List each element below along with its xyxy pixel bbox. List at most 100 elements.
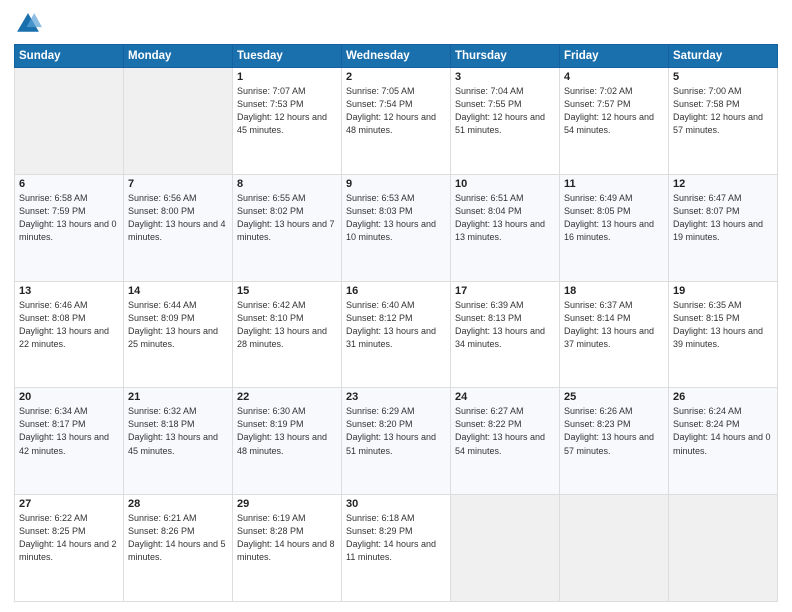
day-number: 30	[346, 498, 446, 510]
day-info: Sunrise: 6:44 AM Sunset: 8:09 PM Dayligh…	[128, 299, 228, 351]
calendar-cell: 28 Sunrise: 6:21 AM Sunset: 8:26 PM Dayli…	[124, 495, 233, 602]
day-number: 9	[346, 178, 446, 190]
calendar-cell: 22Sunrise: 6:30 AM Sunset: 8:19 PM Dayli…	[233, 388, 342, 495]
day-number: 19	[673, 285, 773, 297]
day-number: 4	[564, 71, 664, 83]
week-row-5: 27 Sunrise: 6:22 AM Sunset: 8:25 PM Dayli…	[15, 495, 778, 602]
day-info: Sunrise: 7:02 AM Sunset: 7:57 PM Dayligh…	[564, 85, 664, 137]
calendar-cell: 3Sunrise: 7:04 AM Sunset: 7:55 PM Daylig…	[451, 68, 560, 175]
day-info: Sunrise: 6:27 AM Sunset: 8:22 PM Dayligh…	[455, 405, 555, 457]
day-info: Sunrise: 6:21 AM Sunset: 8:26 PM Dayligh…	[128, 512, 228, 564]
calendar-cell	[15, 68, 124, 175]
day-number: 5	[673, 71, 773, 83]
weekday-header-friday: Friday	[560, 45, 669, 68]
day-number: 12	[673, 178, 773, 190]
week-row-2: 6Sunrise: 6:58 AM Sunset: 7:59 PM Daylig…	[15, 174, 778, 281]
day-number: 7	[128, 178, 228, 190]
day-number: 27	[19, 498, 119, 510]
day-info: Sunrise: 6:47 AM Sunset: 8:07 PM Dayligh…	[673, 192, 773, 244]
day-info: Sunrise: 6:29 AM Sunset: 8:20 PM Dayligh…	[346, 405, 446, 457]
day-number: 20	[19, 391, 119, 403]
calendar-cell	[560, 495, 669, 602]
day-number: 23	[346, 391, 446, 403]
calendar-table: SundayMondayTuesdayWednesdayThursdayFrid…	[14, 44, 778, 602]
logo	[14, 10, 46, 38]
day-info: Sunrise: 7:04 AM Sunset: 7:55 PM Dayligh…	[455, 85, 555, 137]
day-info: Sunrise: 6:37 AM Sunset: 8:14 PM Dayligh…	[564, 299, 664, 351]
day-info: Sunrise: 6:34 AM Sunset: 8:17 PM Dayligh…	[19, 405, 119, 457]
calendar-cell: 18 Sunrise: 6:37 AM Sunset: 8:14 PM Dayli…	[560, 281, 669, 388]
day-number: 16	[346, 285, 446, 297]
calendar-cell: 29 Sunrise: 6:19 AM Sunset: 8:28 PM Dayli…	[233, 495, 342, 602]
day-number: 6	[19, 178, 119, 190]
day-info: Sunrise: 6:18 AM Sunset: 8:29 PM Dayligh…	[346, 512, 446, 564]
weekday-header-row: SundayMondayTuesdayWednesdayThursdayFrid…	[15, 45, 778, 68]
week-row-4: 20 Sunrise: 6:34 AM Sunset: 8:17 PM Dayli…	[15, 388, 778, 495]
calendar-cell: 16 Sunrise: 6:40 AM Sunset: 8:12 PM Dayli…	[342, 281, 451, 388]
calendar-cell: 24 Sunrise: 6:27 AM Sunset: 8:22 PM Dayli…	[451, 388, 560, 495]
day-number: 28	[128, 498, 228, 510]
day-info: Sunrise: 6:51 AM Sunset: 8:04 PM Dayligh…	[455, 192, 555, 244]
day-number: 29	[237, 498, 337, 510]
calendar-cell: 12 Sunrise: 6:47 AM Sunset: 8:07 PM Dayli…	[669, 174, 778, 281]
calendar-cell: 9Sunrise: 6:53 AM Sunset: 8:03 PM Daylig…	[342, 174, 451, 281]
calendar-cell: 21 Sunrise: 6:32 AM Sunset: 8:18 PM Dayli…	[124, 388, 233, 495]
week-row-1: 1Sunrise: 7:07 AM Sunset: 7:53 PM Daylig…	[15, 68, 778, 175]
calendar-cell	[124, 68, 233, 175]
day-info: Sunrise: 6:39 AM Sunset: 8:13 PM Dayligh…	[455, 299, 555, 351]
day-number: 25	[564, 391, 664, 403]
calendar-cell: 13 Sunrise: 6:46 AM Sunset: 8:08 PM Dayli…	[15, 281, 124, 388]
calendar-cell: 19 Sunrise: 6:35 AM Sunset: 8:15 PM Dayli…	[669, 281, 778, 388]
day-info: Sunrise: 6:56 AM Sunset: 8:00 PM Dayligh…	[128, 192, 228, 244]
calendar-cell: 6Sunrise: 6:58 AM Sunset: 7:59 PM Daylig…	[15, 174, 124, 281]
weekday-header-tuesday: Tuesday	[233, 45, 342, 68]
weekday-header-wednesday: Wednesday	[342, 45, 451, 68]
day-number: 24	[455, 391, 555, 403]
calendar-cell: 23 Sunrise: 6:29 AM Sunset: 8:20 PM Dayli…	[342, 388, 451, 495]
day-number: 18	[564, 285, 664, 297]
calendar-cell: 15Sunrise: 6:42 AM Sunset: 8:10 PM Dayli…	[233, 281, 342, 388]
calendar-cell: 14 Sunrise: 6:44 AM Sunset: 8:09 PM Dayli…	[124, 281, 233, 388]
day-number: 2	[346, 71, 446, 83]
day-number: 15	[237, 285, 337, 297]
day-info: Sunrise: 6:46 AM Sunset: 8:08 PM Dayligh…	[19, 299, 119, 351]
day-info: Sunrise: 6:30 AM Sunset: 8:19 PM Dayligh…	[237, 405, 337, 457]
day-number: 17	[455, 285, 555, 297]
calendar-cell: 25 Sunrise: 6:26 AM Sunset: 8:23 PM Dayli…	[560, 388, 669, 495]
day-info: Sunrise: 6:40 AM Sunset: 8:12 PM Dayligh…	[346, 299, 446, 351]
day-info: Sunrise: 6:35 AM Sunset: 8:15 PM Dayligh…	[673, 299, 773, 351]
day-info: Sunrise: 6:26 AM Sunset: 8:23 PM Dayligh…	[564, 405, 664, 457]
calendar-cell: 17 Sunrise: 6:39 AM Sunset: 8:13 PM Dayli…	[451, 281, 560, 388]
calendar-cell	[669, 495, 778, 602]
calendar-cell: 1Sunrise: 7:07 AM Sunset: 7:53 PM Daylig…	[233, 68, 342, 175]
weekday-header-sunday: Sunday	[15, 45, 124, 68]
calendar-cell: 11Sunrise: 6:49 AM Sunset: 8:05 PM Dayli…	[560, 174, 669, 281]
day-number: 21	[128, 391, 228, 403]
day-info: Sunrise: 6:49 AM Sunset: 8:05 PM Dayligh…	[564, 192, 664, 244]
calendar-cell: 2 Sunrise: 7:05 AM Sunset: 7:54 PM Daylig…	[342, 68, 451, 175]
day-info: Sunrise: 7:05 AM Sunset: 7:54 PM Dayligh…	[346, 85, 446, 137]
day-number: 8	[237, 178, 337, 190]
header	[14, 10, 778, 38]
calendar-cell: 4 Sunrise: 7:02 AM Sunset: 7:57 PM Daylig…	[560, 68, 669, 175]
day-info: Sunrise: 6:55 AM Sunset: 8:02 PM Dayligh…	[237, 192, 337, 244]
day-info: Sunrise: 6:22 AM Sunset: 8:25 PM Dayligh…	[19, 512, 119, 564]
calendar-cell	[451, 495, 560, 602]
weekday-header-monday: Monday	[124, 45, 233, 68]
day-info: Sunrise: 6:32 AM Sunset: 8:18 PM Dayligh…	[128, 405, 228, 457]
day-number: 10	[455, 178, 555, 190]
calendar-cell: 5 Sunrise: 7:00 AM Sunset: 7:58 PM Daylig…	[669, 68, 778, 175]
day-info: Sunrise: 6:19 AM Sunset: 8:28 PM Dayligh…	[237, 512, 337, 564]
calendar-cell: 20 Sunrise: 6:34 AM Sunset: 8:17 PM Dayli…	[15, 388, 124, 495]
logo-icon	[14, 10, 42, 38]
day-info: Sunrise: 7:00 AM Sunset: 7:58 PM Dayligh…	[673, 85, 773, 137]
calendar-cell: 27 Sunrise: 6:22 AM Sunset: 8:25 PM Dayli…	[15, 495, 124, 602]
day-number: 13	[19, 285, 119, 297]
calendar-cell: 8 Sunrise: 6:55 AM Sunset: 8:02 PM Daylig…	[233, 174, 342, 281]
weekday-header-thursday: Thursday	[451, 45, 560, 68]
day-number: 26	[673, 391, 773, 403]
day-info: Sunrise: 7:07 AM Sunset: 7:53 PM Dayligh…	[237, 85, 337, 137]
day-number: 14	[128, 285, 228, 297]
page: SundayMondayTuesdayWednesdayThursdayFrid…	[0, 0, 792, 612]
weekday-header-saturday: Saturday	[669, 45, 778, 68]
